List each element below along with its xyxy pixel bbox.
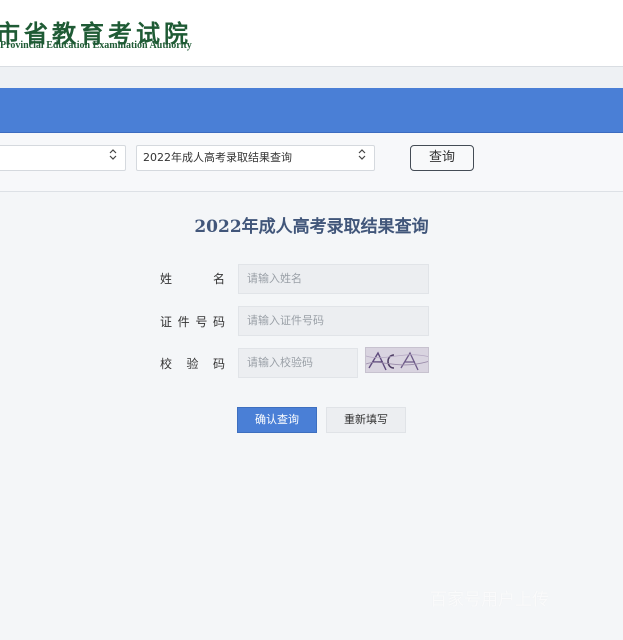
- captcha-label-char: 码: [212, 357, 226, 371]
- up-down-chevron-icon: [109, 146, 117, 170]
- confirm-query-button[interactable]: 确认查询: [237, 407, 317, 433]
- name-label: 姓 名: [160, 270, 226, 287]
- captcha-image[interactable]: [365, 347, 429, 373]
- captcha-label: 校 验 码: [160, 355, 226, 372]
- category-select[interactable]: [0, 145, 126, 171]
- header-divider-strip: [0, 66, 623, 89]
- name-label-char: 姓: [160, 272, 174, 286]
- captcha-input[interactable]: 请输入校验码: [238, 348, 358, 378]
- exam-type-select[interactable]: 2022年成人高考录取结果查询: [136, 145, 375, 171]
- id-label-char: 号: [195, 315, 209, 329]
- captcha-noise: [366, 348, 428, 372]
- query-select-bar: 2022年成人高考录取结果查询 查询: [0, 133, 623, 192]
- up-down-chevron-icon: [358, 149, 366, 160]
- up-down-chevron-icon: [358, 146, 366, 170]
- id-label-char: 码: [212, 315, 226, 329]
- site-subtitle: Provincial Education Examination Authori…: [0, 40, 192, 51]
- captcha-label-char: 验: [186, 357, 200, 371]
- captcha-label-char: 校: [160, 357, 174, 371]
- navigation-bar: [0, 88, 623, 133]
- id-label-char: 证: [160, 315, 174, 329]
- site-header: 市省教育考试院 Provincial Education Examination…: [0, 0, 623, 66]
- id-label-char: 件: [177, 315, 191, 329]
- query-button[interactable]: 查询: [410, 145, 474, 171]
- id-number-label: 证 件 号 码: [160, 313, 226, 330]
- watermark-text: 百家号用户上传: [430, 590, 549, 610]
- name-label-char: 名: [212, 272, 226, 286]
- exam-type-select-value: 2022年成人高考录取结果查询: [143, 151, 292, 164]
- up-down-chevron-icon: [109, 149, 117, 160]
- reset-form-button[interactable]: 重新填写: [326, 407, 406, 433]
- name-input[interactable]: 请输入姓名: [238, 264, 429, 294]
- page-heading: 2022年成人高考录取结果查询: [194, 217, 429, 237]
- id-number-input[interactable]: 请输入证件号码: [238, 306, 429, 336]
